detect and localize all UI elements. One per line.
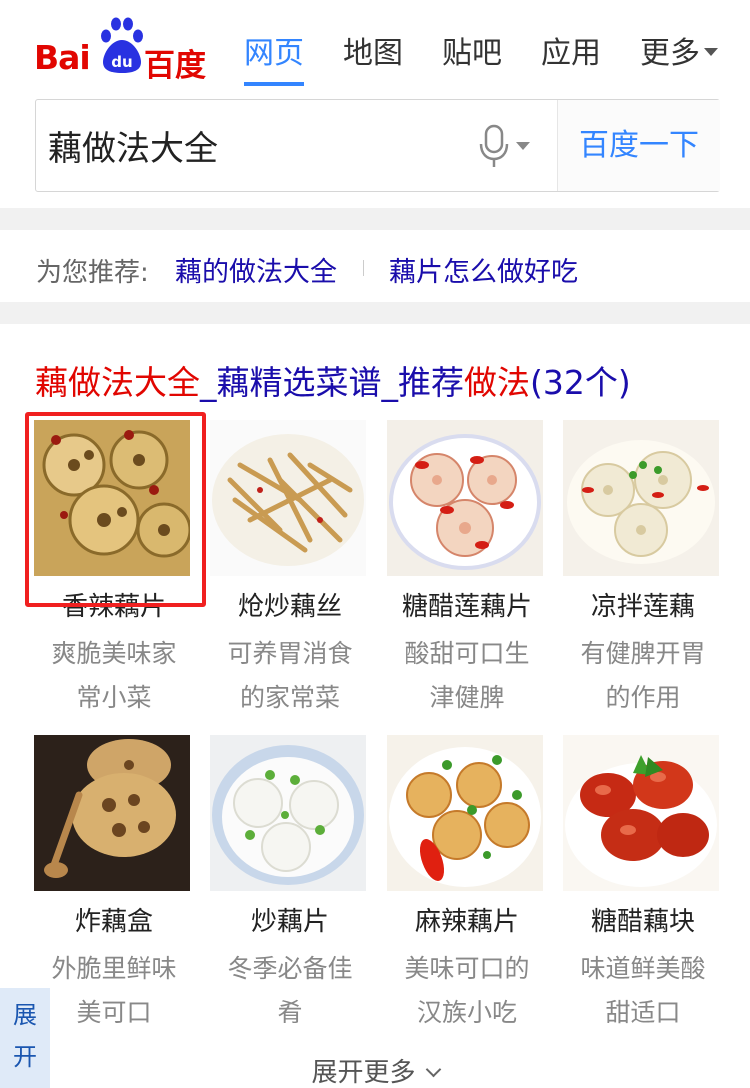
expand-more-button[interactable]: 展开更多 <box>0 1052 750 1088</box>
recipe-name: 炒藕片 <box>250 907 329 937</box>
recipe-desc: 汉族小吃 <box>416 998 517 1027</box>
title-text: (32个) <box>530 363 631 402</box>
recipe-desc: 津健脾 <box>429 683 505 712</box>
recipe-card[interactable]: 炒藕片 冬季必备佳 肴 <box>210 735 370 1035</box>
separator <box>363 260 364 276</box>
search-button[interactable]: 百度一下 <box>557 100 720 191</box>
chevron-down-icon <box>704 47 718 56</box>
recipe-desc: 的作用 <box>605 683 681 712</box>
recipe-desc: 酸甜可口生 <box>404 639 530 668</box>
search-box: 百度一下 <box>35 99 720 192</box>
title-highlight: 藕做法大全 <box>35 363 200 402</box>
recipe-name: 糖醋莲藕片 <box>401 592 532 622</box>
recipe-image[interactable] <box>563 420 719 576</box>
nav-tab-web[interactable]: 网页 <box>244 34 304 86</box>
recipe-name: 炝炒藕丝 <box>237 592 342 622</box>
nav-tab-label: 应用 <box>541 36 601 71</box>
recipe-image[interactable] <box>387 420 543 576</box>
side-tab-text: 展 <box>13 1001 37 1029</box>
nav-tab-label: 网页 <box>244 36 304 71</box>
recipe-card[interactable]: 凉拌莲藕 有健脾开胃 的作用 <box>563 420 723 720</box>
recommend-bar: 为您推荐: 藕的做法大全 藕片怎么做好吃 <box>0 230 750 302</box>
search-input[interactable] <box>48 120 468 170</box>
recipe-desc: 肴 <box>277 998 303 1027</box>
recipe-desc: 可养胃消食 <box>227 639 353 668</box>
recipe-desc: 冬季必备佳 <box>227 954 353 983</box>
recipe-card[interactable]: 炝炒藕丝 可养胃消食 的家常菜 <box>210 420 370 720</box>
recipe-desc: 的家常菜 <box>239 683 340 712</box>
nav-bar: 网页 地图 贴吧 应用 更多 <box>0 34 750 90</box>
recipe-image[interactable] <box>563 735 719 891</box>
divider <box>0 208 750 230</box>
expand-more-label: 展开更多 <box>311 1058 416 1088</box>
recipe-image[interactable] <box>210 420 366 576</box>
recipe-desc: 味道鲜美酸 <box>580 954 706 983</box>
recipe-image[interactable] <box>34 735 190 891</box>
recipe-desc: 有健脾开胃 <box>580 639 706 668</box>
nav-tab-map[interactable]: 地图 <box>343 34 403 86</box>
nav-tab-label: 地图 <box>343 36 403 71</box>
recommend-link[interactable]: 藕的做法大全 <box>175 250 337 289</box>
recipe-desc: 甜适口 <box>605 998 681 1027</box>
recipe-desc: 常小菜 <box>76 683 152 712</box>
divider <box>0 302 750 324</box>
recipe-name: 凉拌莲藕 <box>590 592 695 622</box>
recipe-name: 炸藕盒 <box>74 907 153 937</box>
chevron-down-icon <box>425 1061 441 1078</box>
header: Bai du 百度 网页 地图 贴吧 应用 更多 藕做法大全 百度一下 <box>0 0 750 208</box>
selection-highlight <box>25 412 206 607</box>
recipe-name: 糖醋藕块 <box>590 907 695 937</box>
result-title[interactable]: 藕做法大全_藕精选菜谱_推荐做法(32个) <box>35 356 631 404</box>
nav-tab-more[interactable]: 更多 <box>640 34 718 86</box>
nav-tab-label: 更多 <box>640 36 700 71</box>
title-text: _藕精选菜谱_推荐 <box>200 363 464 402</box>
recipe-name: 麻辣藕片 <box>414 907 519 937</box>
recipe-card[interactable]: 糖醋藕块 味道鲜美酸 甜适口 <box>563 735 723 1035</box>
recipe-card[interactable]: 炸藕盒 外脆里鲜味 美可口 <box>34 735 194 1035</box>
nav-tab-label: 贴吧 <box>442 36 502 71</box>
recipe-desc: 美可口 <box>76 998 152 1027</box>
recipe-card[interactable]: 糖醋莲藕片 酸甜可口生 津健脾 <box>387 420 547 720</box>
recipe-desc: 外脆里鲜味 <box>51 954 177 983</box>
recommend-label: 为您推荐: <box>36 258 149 288</box>
title-highlight: 做法 <box>464 363 530 402</box>
nav-tab-apps[interactable]: 应用 <box>541 34 601 86</box>
recommend-link[interactable]: 藕片怎么做好吃 <box>389 250 578 289</box>
microphone-icon[interactable] <box>476 124 536 170</box>
recipe-image[interactable] <box>210 735 366 891</box>
nav-tab-tieba[interactable]: 贴吧 <box>442 34 502 86</box>
recipe-card[interactable]: 麻辣藕片 美味可口的 汉族小吃 <box>387 735 547 1035</box>
recipe-desc: 美味可口的 <box>404 954 530 983</box>
recipe-image[interactable] <box>387 735 543 891</box>
recipe-desc: 爽脆美味家 <box>51 639 177 668</box>
